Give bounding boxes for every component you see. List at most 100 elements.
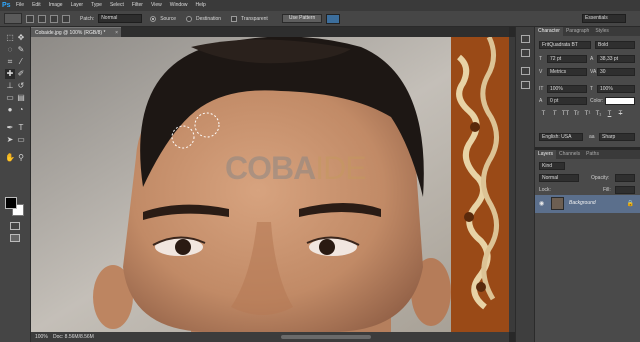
font-family-select[interactable]: FritQuadrata BT bbox=[539, 41, 591, 49]
quick-mask-icon[interactable] bbox=[10, 222, 20, 230]
menu-select[interactable]: Select bbox=[106, 0, 128, 11]
language-select[interactable]: English: USA bbox=[539, 133, 583, 141]
layers-panel: Layers Channels Paths Kind Normal Opacit… bbox=[535, 150, 640, 342]
tab-paragraph[interactable]: Paragraph bbox=[563, 27, 592, 36]
document-size[interactable]: Doc: 8.56M/8.56M bbox=[53, 334, 133, 340]
gradient-tool-icon[interactable]: ▤ bbox=[16, 93, 26, 103]
menu-file[interactable]: File bbox=[12, 0, 28, 11]
eyedropper-tool-icon[interactable]: ⁄ bbox=[16, 57, 26, 67]
tracking-field[interactable]: 30 bbox=[597, 68, 635, 76]
faux-bold-button[interactable]: T bbox=[539, 111, 548, 117]
source-radio[interactable] bbox=[150, 15, 157, 22]
vertical-scale-field[interactable]: 100% bbox=[547, 85, 587, 93]
quick-select-tool-icon[interactable]: ✎ bbox=[16, 45, 26, 55]
workspace-select[interactable]: Essentials bbox=[582, 14, 626, 23]
properties-icon[interactable] bbox=[521, 49, 530, 57]
small-caps-button[interactable]: Tr bbox=[572, 111, 581, 117]
brush-tool-icon[interactable]: ✐ bbox=[16, 69, 26, 79]
color-label: Color: bbox=[590, 98, 604, 104]
horizontal-scale-icon: T bbox=[590, 86, 594, 92]
crop-tool-icon[interactable]: ⌗ bbox=[5, 57, 15, 67]
horizontal-scale-field[interactable]: 100% bbox=[597, 85, 635, 93]
underline-button[interactable]: T bbox=[605, 111, 614, 117]
path-select-tool-icon[interactable]: ➤ bbox=[5, 135, 15, 145]
pattern-picker[interactable] bbox=[326, 13, 341, 24]
layer-name: Background bbox=[569, 200, 596, 206]
screen-mode-icon[interactable] bbox=[10, 234, 20, 242]
character-icon[interactable] bbox=[521, 67, 530, 75]
patch-mode-select[interactable]: Normal bbox=[98, 14, 143, 23]
menu-bar: Ps File Edit Image Layer Type Select Fil… bbox=[0, 0, 640, 11]
fill-field[interactable] bbox=[615, 186, 635, 194]
tab-styles[interactable]: Styles bbox=[592, 27, 612, 36]
subtract-selection-icon[interactable] bbox=[50, 14, 58, 23]
options-bar: Patch: Normal Source Destination Transpa… bbox=[0, 11, 640, 27]
layer-row-background[interactable]: ◉ Background 🔒 bbox=[535, 195, 640, 213]
subscript-button[interactable]: T₁ bbox=[594, 111, 603, 117]
horizontal-scroll-thumb[interactable] bbox=[281, 335, 371, 339]
menu-filter[interactable]: Filter bbox=[128, 0, 147, 11]
move-tool-icon[interactable]: ✥ bbox=[16, 33, 26, 43]
add-selection-icon[interactable] bbox=[38, 14, 46, 23]
opacity-field[interactable] bbox=[615, 174, 635, 182]
shape-tool-icon[interactable]: ▭ bbox=[16, 135, 26, 145]
document-tab-title: Cobaide.jpg @ 100% (RGB/8) * bbox=[35, 30, 106, 36]
font-size-field[interactable]: 72 pt bbox=[547, 55, 587, 63]
tool-preset-picker[interactable] bbox=[4, 13, 22, 24]
document-tab[interactable]: Cobaide.jpg @ 100% (RGB/8) * × bbox=[31, 27, 121, 37]
visibility-eye-icon[interactable]: ◉ bbox=[539, 200, 544, 207]
blend-mode-select[interactable]: Normal bbox=[539, 174, 579, 182]
zoom-readout[interactable]: 100% bbox=[31, 334, 53, 340]
tab-channels[interactable]: Channels bbox=[556, 150, 583, 159]
clone-stamp-tool-icon[interactable]: ⊥ bbox=[5, 81, 15, 91]
blur-tool-icon[interactable]: ● bbox=[5, 105, 15, 115]
destination-radio[interactable] bbox=[186, 15, 193, 22]
faux-italic-button[interactable]: T bbox=[550, 111, 559, 117]
tab-paths[interactable]: Paths bbox=[583, 150, 602, 159]
text-color-swatch[interactable] bbox=[605, 97, 635, 105]
menu-window[interactable]: Window bbox=[166, 0, 192, 11]
menu-edit[interactable]: Edit bbox=[28, 0, 45, 11]
layer-kind-filter[interactable]: Kind bbox=[539, 162, 565, 170]
pen-tool-icon[interactable]: ✒ bbox=[5, 123, 15, 133]
menu-view[interactable]: View bbox=[147, 0, 166, 11]
foreground-color-swatch[interactable] bbox=[5, 197, 17, 209]
dodge-tool-icon[interactable]: ◔ bbox=[16, 105, 26, 115]
marquee-tool-icon[interactable]: ⬚ bbox=[5, 33, 15, 43]
lasso-tool-icon[interactable]: ◌ bbox=[5, 45, 15, 55]
antialias-select[interactable]: Sharp bbox=[599, 133, 635, 141]
history-brush-tool-icon[interactable]: ↺ bbox=[16, 81, 26, 91]
kerning-field[interactable]: Metrics bbox=[547, 68, 587, 76]
baseline-shift-field[interactable]: 0 pt bbox=[547, 97, 587, 105]
all-caps-button[interactable]: TT bbox=[561, 111, 570, 117]
font-style-select[interactable]: Bold bbox=[595, 41, 635, 49]
intersect-selection-icon[interactable] bbox=[62, 14, 70, 23]
lock-icon: 🔒 bbox=[626, 201, 634, 207]
eraser-tool-icon[interactable]: ▭ bbox=[5, 93, 15, 103]
transparent-checkbox[interactable] bbox=[231, 15, 238, 22]
new-selection-icon[interactable] bbox=[26, 14, 34, 23]
document-canvas[interactable]: COBAIDE bbox=[31, 37, 509, 332]
photoshop-logo: Ps bbox=[2, 2, 11, 9]
history-icon[interactable] bbox=[521, 35, 530, 43]
menu-layer[interactable]: Layer bbox=[67, 0, 88, 11]
baseline-shift-icon: A bbox=[539, 98, 543, 104]
menu-type[interactable]: Type bbox=[87, 0, 106, 11]
tab-strip bbox=[121, 27, 509, 37]
type-tool-icon[interactable]: T bbox=[16, 123, 26, 133]
patch-tool-icon[interactable]: ✚ bbox=[5, 69, 15, 79]
leading-field[interactable]: 38,33 pt bbox=[597, 55, 635, 63]
hand-tool-icon[interactable]: ✋ bbox=[5, 153, 15, 163]
tab-character[interactable]: Character bbox=[535, 27, 563, 36]
menu-image[interactable]: Image bbox=[45, 0, 67, 11]
strikethrough-button[interactable]: T bbox=[616, 111, 625, 117]
tab-layers[interactable]: Layers bbox=[535, 150, 557, 159]
fill-label: Fill: bbox=[603, 187, 611, 193]
zoom-tool-icon[interactable]: ⚲ bbox=[16, 153, 26, 163]
source-label: Source bbox=[160, 15, 177, 22]
use-pattern-button[interactable]: Use Pattern bbox=[281, 14, 323, 23]
lock-label: Lock: bbox=[539, 187, 551, 193]
superscript-button[interactable]: T¹ bbox=[583, 111, 592, 117]
paragraph-icon[interactable] bbox=[521, 81, 530, 89]
menu-help[interactable]: Help bbox=[192, 0, 210, 11]
